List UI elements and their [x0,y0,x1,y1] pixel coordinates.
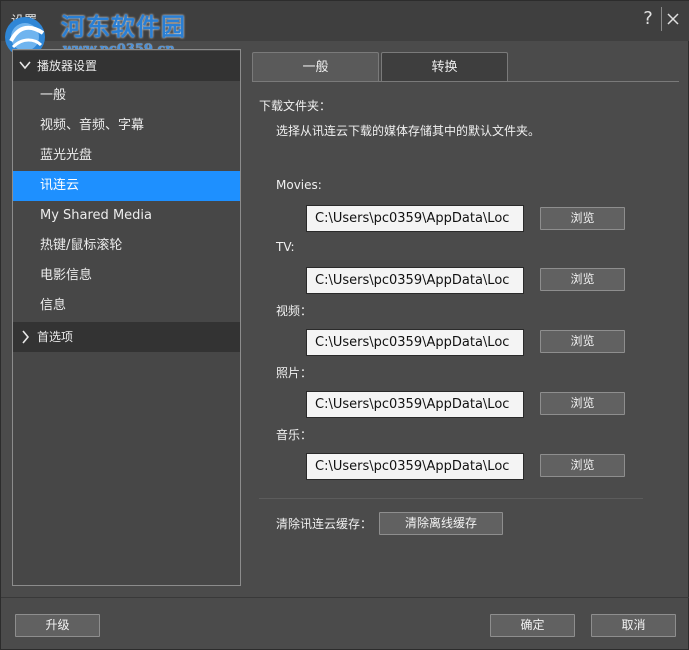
settings-window: 设置 河东软件园 www.pc0359.cn ? 播放器设置 一般 [0,0,689,650]
movies-label: Movies: [276,178,322,192]
tab-general[interactable]: 一般 [252,52,379,82]
help-button[interactable]: ? [637,7,659,31]
nav-item-general[interactable]: 一般 [13,81,240,111]
nav-item-label: 信息 [40,298,67,313]
nav-group-preferences[interactable]: 首选项 [13,322,240,352]
nav-item-info[interactable]: 信息 [13,291,240,321]
video-label: 视频： [276,304,313,318]
photo-label: 照片： [276,366,313,380]
nav-item-label: 电影信息 [40,268,93,283]
nav-group-player-settings[interactable]: 播放器设置 [13,51,240,81]
close-button[interactable] [661,7,683,31]
question-icon: ? [643,8,653,29]
nav-item-label: My Shared Media [40,208,152,223]
nav-item-label: 热键/鼠标滚轮 [40,238,123,253]
tab-label: 转换 [431,60,458,75]
nav-item-hotkeys[interactable]: 热键/鼠标滚轮 [13,231,240,261]
nav-item-label: 讯连云 [40,178,80,193]
tv-path-input[interactable]: C:\Users\pc0359\AppData\Loc [306,267,524,294]
tv-label: TV: [276,240,295,254]
nav-item-cyberlink-cloud[interactable]: 讯连云 [13,171,240,201]
clear-offline-cache-button[interactable]: 清除离线缓存 [379,512,503,535]
settings-nav: 播放器设置 一般 视频、音频、字幕 蓝光光盘 讯连云 My Shared Med… [12,49,241,586]
music-path-input[interactable]: C:\Users\pc0359\AppData\Loc [306,453,524,480]
upgrade-button[interactable]: 升级 [15,614,100,637]
download-folder-heading: 下载文件夹： [259,99,332,113]
tab-label: 一般 [302,60,329,75]
nav-item-bluray[interactable]: 蓝光光盘 [13,141,240,171]
music-label: 音乐： [276,428,313,442]
section-divider [259,498,643,499]
tv-browse-button[interactable]: 浏览 [540,268,625,291]
ok-button[interactable]: 确定 [490,614,575,637]
nav-group-label: 首选项 [37,330,74,344]
close-icon [666,13,679,25]
nav-item-label: 视频、音频、字幕 [40,118,145,133]
nav-item-video-audio-subtitle[interactable]: 视频、音频、字幕 [13,111,240,141]
movies-browse-button[interactable]: 浏览 [540,207,625,230]
footer-divider [1,597,689,598]
download-folder-description: 选择从讯连云下载的媒体存储其中的默认文件夹。 [276,124,541,138]
nav-group-label: 播放器设置 [37,59,98,73]
title-bar: 设置 河东软件园 www.pc0359.cn ? [1,1,689,57]
tab-convert[interactable]: 转换 [381,52,508,82]
nav-item-movie-info[interactable]: 电影信息 [13,261,240,291]
nav-item-label: 蓝光光盘 [40,148,93,163]
watermark-text: 河东软件园 [61,12,186,41]
movies-path-input[interactable]: C:\Users\pc0359\AppData\Loc [306,205,524,232]
photo-browse-button[interactable]: 浏览 [540,392,625,415]
photo-path-input[interactable]: C:\Users\pc0359\AppData\Loc [306,391,524,418]
nav-item-my-shared-media[interactable]: My Shared Media [13,201,240,231]
cancel-button[interactable]: 取消 [591,614,676,637]
video-browse-button[interactable]: 浏览 [540,330,625,353]
chevron-down-icon [19,61,31,70]
music-browse-button[interactable]: 浏览 [540,454,625,477]
video-path-input[interactable]: C:\Users\pc0359\AppData\Loc [306,329,524,356]
chevron-right-icon [22,330,30,344]
nav-item-label: 一般 [40,88,67,103]
tab-underline [252,81,679,82]
clear-cache-label: 清除讯连云缓存： [276,517,373,531]
